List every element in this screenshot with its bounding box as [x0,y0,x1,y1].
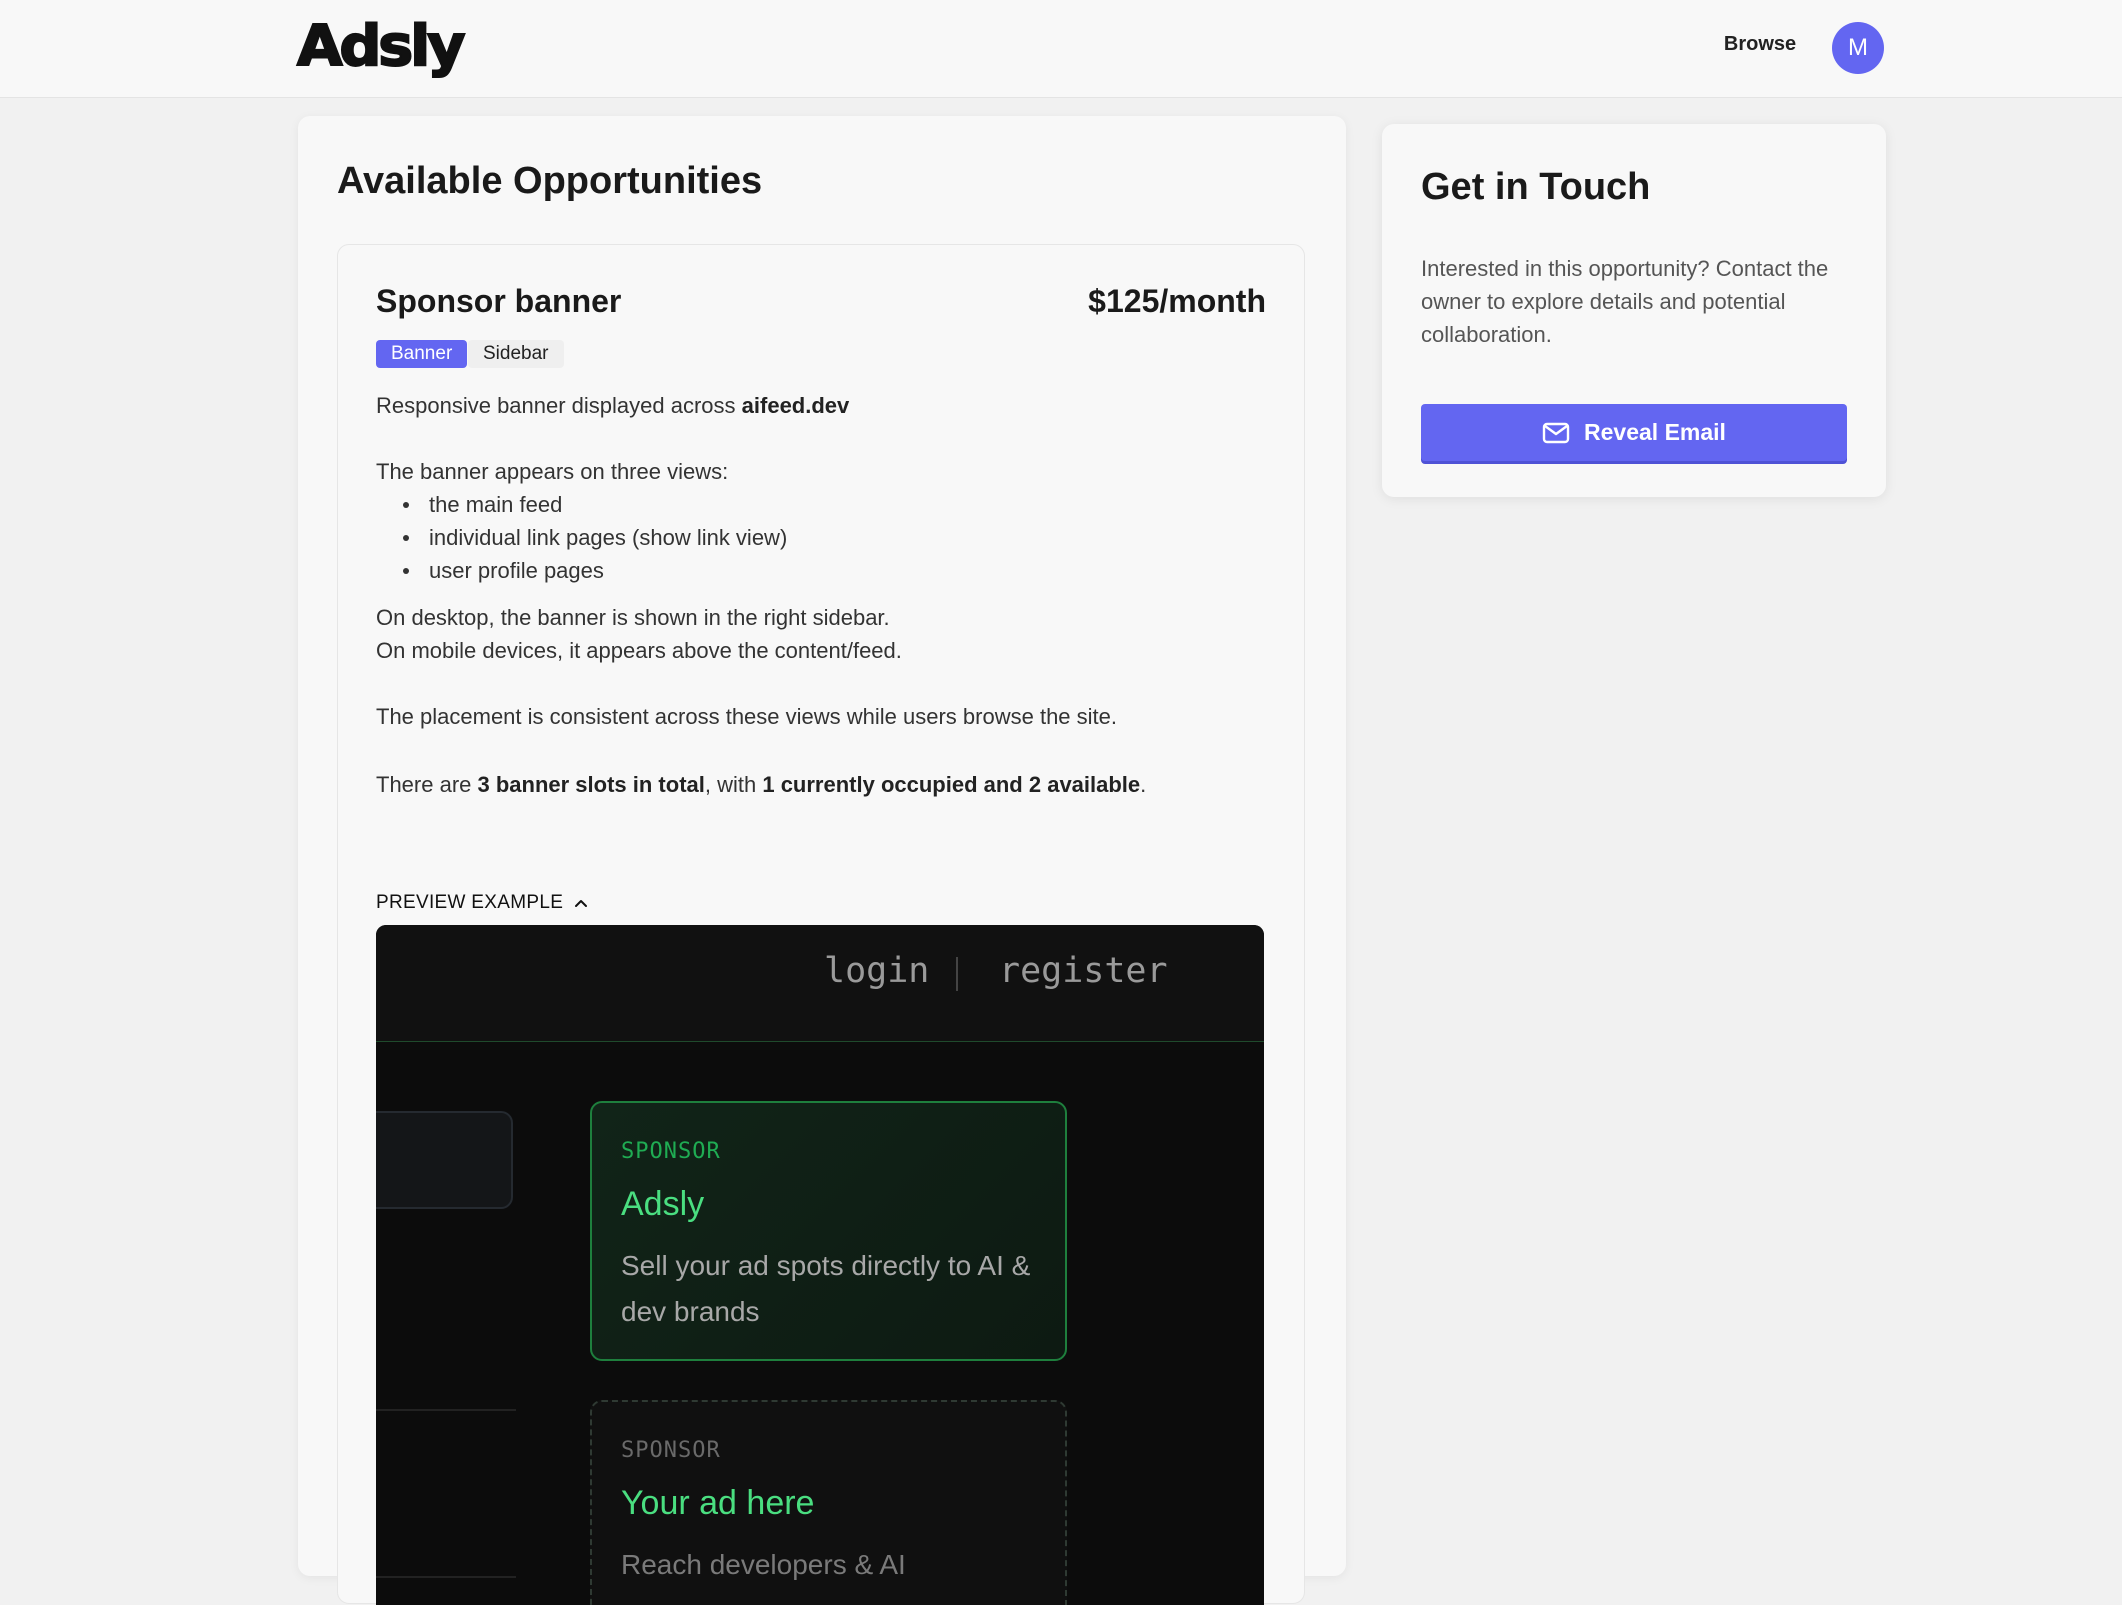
user-avatar[interactable]: M [1832,22,1884,74]
contact-card: Get in Touch Interested in this opportun… [1382,124,1886,497]
preview-separator [956,957,958,991]
preview-header: login register [376,925,1264,1042]
contact-title: Get in Touch [1421,166,1651,208]
sponsor-text: Sell your ad spots directly to AI & dev … [621,1250,1031,1327]
sponsor-label: SPONSOR [621,1139,721,1164]
consistency-note: The placement is consistent across these… [376,704,1117,729]
slot-title: Your ad here [621,1484,815,1522]
tag-sidebar: Sidebar [468,340,564,368]
views-list: the main feed individual link pages (sho… [376,488,1276,587]
adsly-logo[interactable]: Adsly [296,13,467,80]
list-item: individual link pages (show link view) [403,521,1276,554]
list-item: the main feed [403,488,1276,521]
slot-label: SPONSOR [621,1438,721,1463]
sponsor-title: Adsly [621,1185,705,1223]
page-title: Available Opportunities [337,160,763,202]
list-item: user profile pages [403,554,1276,587]
browse-link[interactable]: Browse [1700,33,1820,56]
mail-icon [1542,422,1570,443]
preview-sponsor-card: SPONSOR Adsly Sell your ad spots directl… [590,1101,1067,1361]
mobile-note: On mobile devices, it appears above the … [376,638,902,663]
preview-divider [376,1409,516,1411]
opportunities-panel: Available Opportunities Sponsor banner $… [298,116,1346,1605]
desktop-note: On desktop, the banner is shown in the r… [376,605,890,630]
preview-example-image: login register SPONSOR Adsly Sell your a… [376,925,1264,1605]
preview-toggle-label: PREVIEW EXAMPLE [376,892,564,913]
slots-note: There are 3 banner slots in total, with … [376,772,1147,797]
reveal-email-label: Reveal Email [1584,419,1726,445]
preview-divider [376,1576,516,1578]
top-navbar: Adsly Browse M [0,0,2122,98]
preview-login-link: login [824,951,930,991]
reveal-email-button[interactable]: Reveal Email [1421,404,1847,461]
opportunity-title: Sponsor banner [376,283,622,319]
opportunity-card: Sponsor banner $125/month Banner Sidebar… [337,244,1305,1605]
tag-banner: Banner [376,340,468,368]
opportunity-description: Responsive banner displayed across aifee… [376,389,1276,801]
views-intro: The banner appears on three views: [376,459,729,484]
slot-text: Reach developers & AI [621,1549,906,1580]
preview-feed-item [376,1111,513,1209]
desc-intro: Responsive banner displayed across aifee… [376,393,850,418]
preview-empty-slot-card: SPONSOR Your ad here Reach developers & … [590,1400,1067,1605]
preview-toggle[interactable]: PREVIEW EXAMPLE [376,892,589,914]
desc-domain: aifeed.dev [741,393,850,418]
preview-register-link: register [999,951,1168,991]
chevron-up-icon [574,899,587,907]
contact-text: Interested in this opportunity? Contact … [1421,256,1829,347]
opportunity-price: $125/month [1088,283,1266,319]
